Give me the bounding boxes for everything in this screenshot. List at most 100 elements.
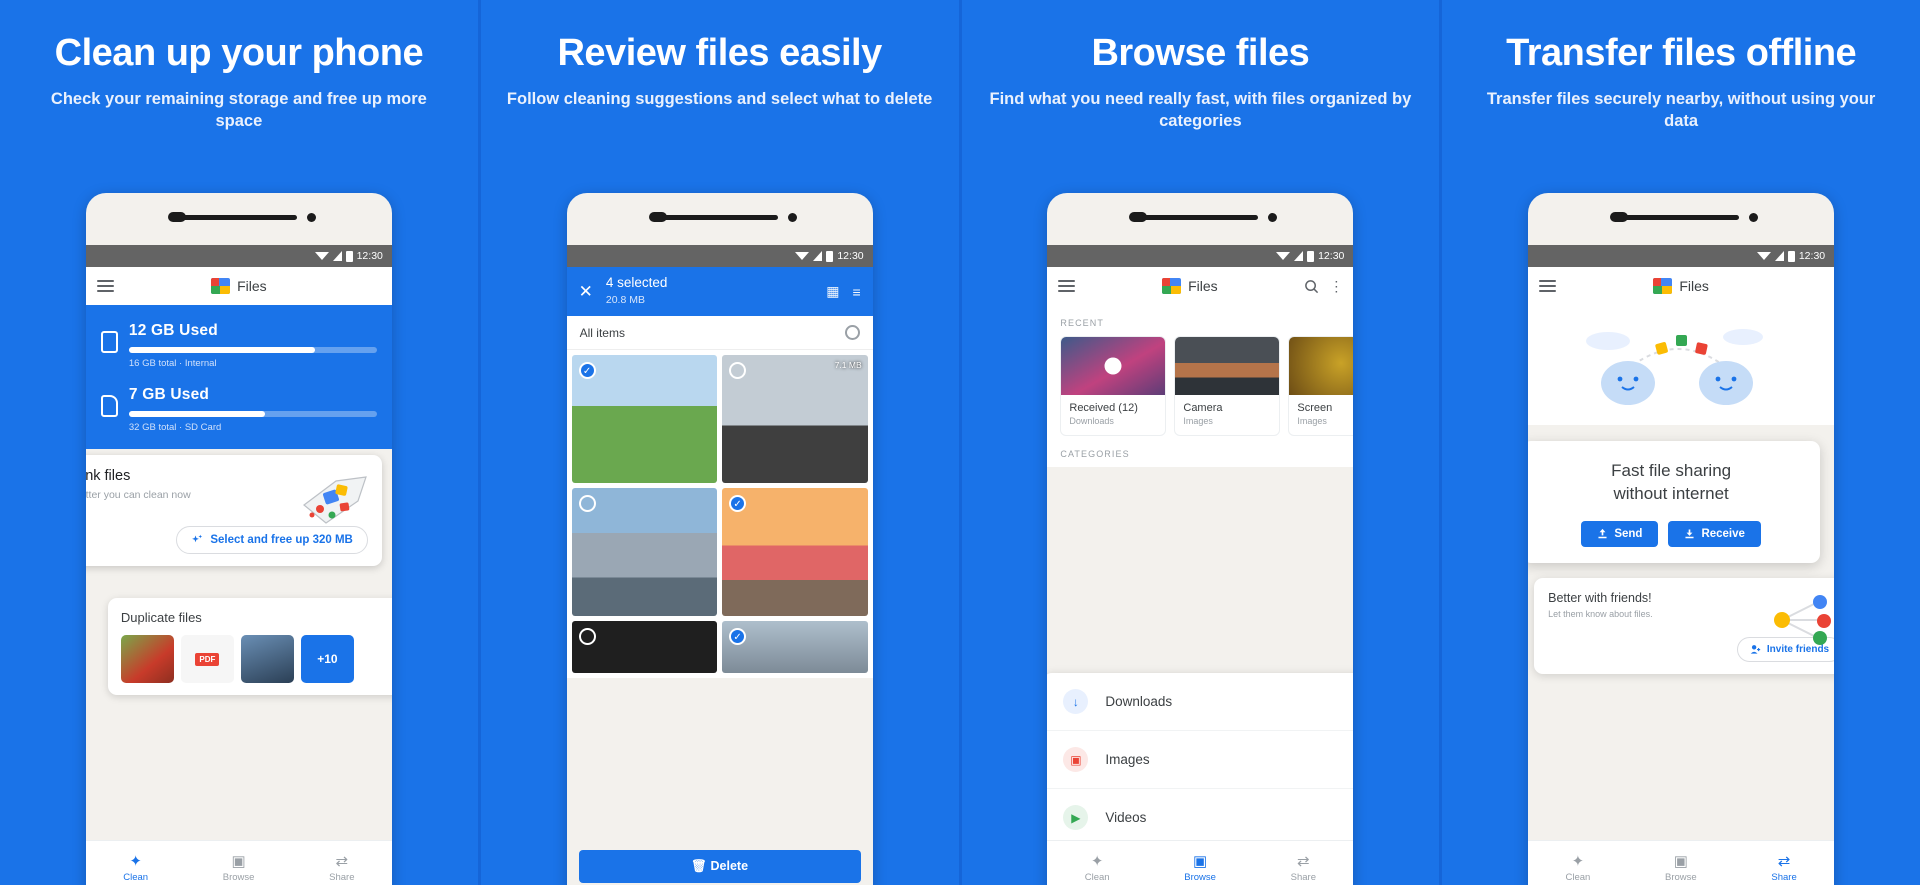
files-logo-icon bbox=[1162, 278, 1182, 294]
tile-checkbox-checked[interactable]: ✓ bbox=[729, 495, 747, 512]
close-icon[interactable]: ✕ bbox=[579, 283, 593, 300]
menu-icon[interactable] bbox=[96, 277, 114, 296]
invite-friends-card[interactable]: Better with friends! Let them know about… bbox=[1534, 578, 1835, 674]
recent-card[interactable]: Received (12) Downloads bbox=[1060, 336, 1167, 436]
category-row-images[interactable]: ▣ Images bbox=[1047, 731, 1354, 789]
tile-checkbox-checked[interactable]: ✓ bbox=[729, 628, 747, 645]
sparkle-icon bbox=[192, 534, 203, 543]
sort-icon[interactable]: ≡ bbox=[852, 284, 860, 300]
recent-card[interactable]: Camera Images bbox=[1174, 336, 1281, 436]
nav-item-browse[interactable]: ▣ Browse bbox=[1665, 852, 1697, 883]
duplicate-files-card[interactable]: Duplicate files PDF +10 bbox=[107, 598, 392, 695]
panel-headline: Review files easily bbox=[557, 32, 882, 74]
upload-icon bbox=[1598, 529, 1607, 539]
select-all-checkbox[interactable] bbox=[844, 325, 860, 340]
tile-checkbox-unchecked[interactable] bbox=[578, 495, 596, 512]
category-row-downloads[interactable]: ↓ Downloads bbox=[1047, 673, 1354, 731]
phone-mockup-4: 12:30 Files Better with friends! Let the… bbox=[1528, 193, 1835, 885]
selected-size-label: 20.8 MB bbox=[605, 294, 645, 306]
nav-item-browse[interactable]: ▣ Browse bbox=[223, 852, 255, 883]
broom-icon: ✦ bbox=[1090, 852, 1104, 870]
tile-checkbox-checked[interactable]: ✓ bbox=[578, 362, 596, 379]
send-button[interactable]: Send bbox=[1581, 520, 1659, 547]
storage-used-label: 12 GB Used bbox=[128, 322, 218, 339]
file-tile[interactable]: ✓ bbox=[571, 355, 718, 483]
phone-bezel-top bbox=[86, 193, 392, 245]
app-brand: Files bbox=[124, 278, 354, 294]
thumbnail[interactable] bbox=[240, 635, 294, 683]
panel-subline: Check your remaining storage and free up… bbox=[50, 89, 427, 131]
recent-card[interactable]: Screen Images bbox=[1288, 336, 1354, 436]
category-label: Images bbox=[1105, 752, 1150, 767]
storage-total-label: 16 GB total · Internal bbox=[128, 358, 217, 369]
broom-icon: ✦ bbox=[129, 852, 142, 870]
nav-item-share[interactable]: ⇄ Share bbox=[1771, 852, 1796, 883]
recent-thumbnail bbox=[1175, 337, 1280, 395]
browse-icon: ▣ bbox=[1193, 852, 1208, 870]
nav-label: Share bbox=[329, 871, 355, 883]
panel-transfer-offline: Transfer files offline Transfer files se… bbox=[1442, 0, 1920, 885]
file-tile[interactable]: ✓ bbox=[722, 488, 868, 616]
wifi-icon bbox=[795, 252, 810, 260]
nav-item-clean[interactable]: ✦ Clean bbox=[1565, 852, 1590, 883]
file-tile[interactable] bbox=[571, 488, 718, 616]
thumbnail-pdf[interactable]: PDF bbox=[180, 635, 234, 683]
speaker-grille bbox=[1623, 215, 1740, 220]
junk-files-card[interactable]: Junk files Clutter you can clean now Sel… bbox=[85, 455, 382, 566]
wifi-icon bbox=[314, 252, 329, 260]
thumbnail[interactable] bbox=[120, 635, 174, 683]
nav-item-clean[interactable]: ✦ Clean bbox=[1085, 852, 1110, 883]
image-icon: ▣ bbox=[1063, 747, 1089, 772]
nav-item-clean[interactable]: ✦ Clean bbox=[123, 852, 148, 883]
tile-checkbox-unchecked[interactable] bbox=[578, 628, 596, 645]
search-icon[interactable] bbox=[1304, 279, 1319, 294]
panel-clean-up: Clean up your phone Check your remaining… bbox=[0, 0, 481, 885]
share-icon: ⇄ bbox=[1777, 852, 1791, 870]
storage-total-label: 32 GB total · SD Card bbox=[128, 422, 222, 433]
signal-icon bbox=[1774, 251, 1784, 261]
category-label: Videos bbox=[1105, 810, 1147, 825]
tile-checkbox-unchecked[interactable] bbox=[729, 362, 747, 379]
nav-item-share[interactable]: ⇄ Share bbox=[1291, 852, 1316, 883]
phone-mockup-1: 12:30 Files 12 GB Used 16 GB total · Int… bbox=[85, 193, 392, 885]
menu-icon[interactable] bbox=[1058, 277, 1076, 296]
status-time: 12:30 bbox=[1798, 250, 1826, 262]
nav-item-browse[interactable]: ▣ Browse bbox=[1184, 852, 1216, 883]
nav-label: Clean bbox=[1565, 871, 1591, 883]
file-tile[interactable]: 7.1 MB bbox=[722, 355, 868, 483]
categories-card: ↓ Downloads ▣ Images ▶ Videos bbox=[1047, 673, 1354, 846]
all-items-row[interactable]: All items bbox=[566, 316, 873, 350]
storage-used-label: 7 GB Used bbox=[128, 386, 210, 403]
file-tile[interactable] bbox=[571, 621, 718, 673]
bottom-navigation: ✦ Clean ▣ Browse ⇄ Share bbox=[1047, 840, 1354, 885]
friends-network-illustration-icon bbox=[1774, 595, 1832, 645]
category-row-videos[interactable]: ▶ Videos bbox=[1047, 789, 1353, 846]
nav-item-share[interactable]: ⇄ Share bbox=[329, 852, 354, 883]
delete-icon: 🗑 bbox=[691, 859, 708, 873]
menu-icon[interactable] bbox=[1539, 277, 1557, 296]
tile-size-label: 7.1 MB bbox=[834, 360, 862, 370]
bottom-navigation: ✦ Clean ▣ Browse ⇄ Share bbox=[85, 840, 392, 885]
grid-view-icon[interactable]: ▦ bbox=[826, 283, 839, 300]
speaker-grille bbox=[180, 215, 297, 220]
more-vert-icon[interactable]: ⋮ bbox=[1329, 278, 1343, 295]
play-icon[interactable] bbox=[1104, 357, 1122, 375]
status-bar: 12:30 bbox=[85, 245, 392, 267]
app-brand: Files bbox=[1085, 278, 1294, 294]
duplicate-files-title: Duplicate files bbox=[120, 610, 202, 625]
fast-file-sharing-card: Fast file sharing without internet Send … bbox=[1528, 441, 1821, 563]
bottom-navigation: ✦ Clean ▣ Browse ⇄ Share bbox=[1528, 840, 1835, 885]
app-bar: Files bbox=[85, 267, 392, 305]
delete-button[interactable]: 🗑 Delete bbox=[578, 850, 861, 883]
speaker-grille bbox=[661, 215, 778, 220]
thumbnail-more-count[interactable]: +10 bbox=[300, 635, 354, 683]
share-icon: ⇄ bbox=[335, 852, 349, 870]
nav-label: Share bbox=[1290, 871, 1316, 883]
wifi-icon bbox=[1756, 252, 1771, 260]
app-title: Files bbox=[1679, 278, 1709, 294]
storage-summary-card[interactable]: 12 GB Used 16 GB total · Internal 7 GB U… bbox=[85, 305, 392, 449]
receive-button[interactable]: Receive bbox=[1668, 520, 1761, 547]
panel-subline: Transfer files securely nearby, without … bbox=[1486, 89, 1876, 131]
fast-file-sharing-title-line1: Fast file sharing bbox=[1611, 461, 1732, 480]
file-tile[interactable]: ✓ bbox=[722, 621, 868, 673]
